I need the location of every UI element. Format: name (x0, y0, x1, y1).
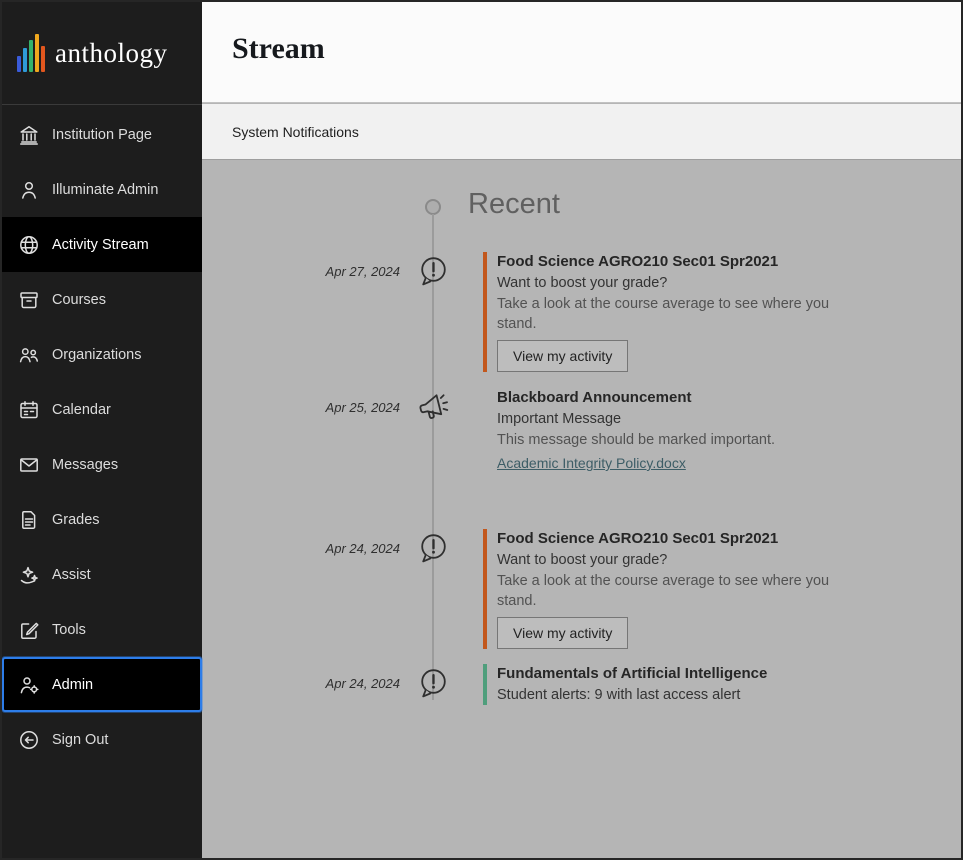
page-title: Stream (232, 32, 325, 66)
view-my-activity-button[interactable]: View my activity (497, 340, 628, 372)
entry-content: Blackboard Announcement Important Messag… (483, 388, 872, 473)
sidebar-item-calendar[interactable]: Calendar (2, 382, 202, 437)
sidebar-item-label: Grades (52, 512, 100, 528)
alert-speech-bubble-icon (415, 666, 451, 702)
sign-out-arrow-icon (18, 729, 40, 751)
people-group-icon (18, 344, 40, 366)
app-window: anthology Institution Page Illuminate Ad… (0, 0, 963, 860)
sidebar-menu: Institution Page Illuminate Admin Activi… (2, 107, 202, 767)
logo-text: anthology (55, 38, 168, 69)
sidebar-item-label: Sign Out (52, 732, 108, 748)
entry-content: Food Science AGRO210 Sec01 Spr2021 Want … (483, 252, 872, 372)
entry-line: Important Message (497, 409, 872, 429)
subnav-bar: System Notifications (202, 104, 961, 160)
sidebar-item-label: Activity Stream (52, 237, 149, 253)
sidebar-item-grades[interactable]: Grades (2, 492, 202, 547)
institution-icon (18, 124, 40, 146)
person-icon (18, 179, 40, 201)
entry-date: Apr 25, 2024 (232, 400, 400, 415)
alert-speech-bubble-icon (415, 531, 451, 567)
sidebar-item-label: Calendar (52, 402, 111, 418)
sidebar-item-label: Messages (52, 457, 118, 473)
timeline-start-dot (425, 199, 441, 215)
alert-speech-bubble-icon (415, 254, 451, 290)
stream-entry: Apr 24, 2024 Fundamentals of Artificial … (232, 664, 872, 705)
sidebar-item-admin[interactable]: Admin (2, 657, 202, 712)
sidebar-item-assist[interactable]: Assist (2, 547, 202, 602)
courses-box-icon (18, 289, 40, 311)
stream-entry: Apr 24, 2024 Food Science AGRO210 Sec01 … (232, 529, 872, 649)
sidebar-item-messages[interactable]: Messages (2, 437, 202, 492)
sidebar-item-organizations[interactable]: Organizations (2, 327, 202, 382)
entry-title: Food Science AGRO210 Sec01 Spr2021 (497, 529, 872, 549)
entry-date: Apr 27, 2024 (232, 264, 400, 279)
sidebar-item-courses[interactable]: Courses (2, 272, 202, 327)
entry-title: Blackboard Announcement (497, 388, 872, 408)
sidebar-item-label: Admin (52, 677, 93, 693)
anthology-logo-icon (17, 34, 45, 72)
admin-person-gear-icon (18, 674, 40, 696)
tools-edit-icon (18, 619, 40, 641)
view-my-activity-button[interactable]: View my activity (497, 617, 628, 649)
sidebar-item-label: Assist (52, 567, 91, 583)
sidebar-item-label: Illuminate Admin (52, 182, 158, 198)
calendar-icon (18, 399, 40, 421)
entry-date: Apr 24, 2024 (232, 676, 400, 691)
attachment-link[interactable]: Academic Integrity Policy.docx (497, 453, 686, 473)
entry-line: This message should be marked important. (497, 430, 872, 450)
entry-date: Apr 24, 2024 (232, 541, 400, 556)
grades-document-icon (18, 509, 40, 531)
anthology-logo: anthology (2, 2, 202, 105)
sidebar-item-illuminate-admin[interactable]: Illuminate Admin (2, 162, 202, 217)
sidebar-item-label: Institution Page (52, 127, 152, 143)
page-header: Stream (202, 2, 961, 103)
sidebar: anthology Institution Page Illuminate Ad… (2, 2, 202, 858)
recent-section-title: Recent (468, 188, 560, 221)
sidebar-item-sign-out[interactable]: Sign Out (2, 712, 202, 767)
sidebar-item-activity-stream[interactable]: Activity Stream (2, 217, 202, 272)
entry-title: Fundamentals of Artificial Intelligence (497, 664, 872, 684)
sidebar-item-label: Courses (52, 292, 106, 308)
globe-icon (18, 234, 40, 256)
entry-content: Food Science AGRO210 Sec01 Spr2021 Want … (483, 529, 872, 649)
entry-line: Take a look at the course average to see… (497, 294, 872, 334)
entry-line: Student alerts: 9 with last access alert (497, 685, 872, 705)
entry-line: Take a look at the course average to see… (497, 571, 872, 611)
stream-entry: Apr 25, 2024 Blackboard Announcement Imp… (232, 388, 872, 473)
announcement-megaphone-icon (415, 390, 451, 426)
envelope-icon (18, 454, 40, 476)
entry-title: Food Science AGRO210 Sec01 Spr2021 (497, 252, 872, 272)
sidebar-item-label: Organizations (52, 347, 141, 363)
entry-line: Want to boost your grade? (497, 273, 872, 293)
assist-sparkle-icon (18, 564, 40, 586)
subnav-system-notifications[interactable]: System Notifications (232, 124, 359, 140)
stream-entry: Apr 27, 2024 Food Science AGRO210 Sec01 … (232, 252, 872, 372)
sidebar-item-institution-page[interactable]: Institution Page (2, 107, 202, 162)
sidebar-item-tools[interactable]: Tools (2, 602, 202, 657)
entry-line: Want to boost your grade? (497, 550, 872, 570)
entry-content: Fundamentals of Artificial Intelligence … (483, 664, 872, 705)
sidebar-item-label: Tools (52, 622, 86, 638)
